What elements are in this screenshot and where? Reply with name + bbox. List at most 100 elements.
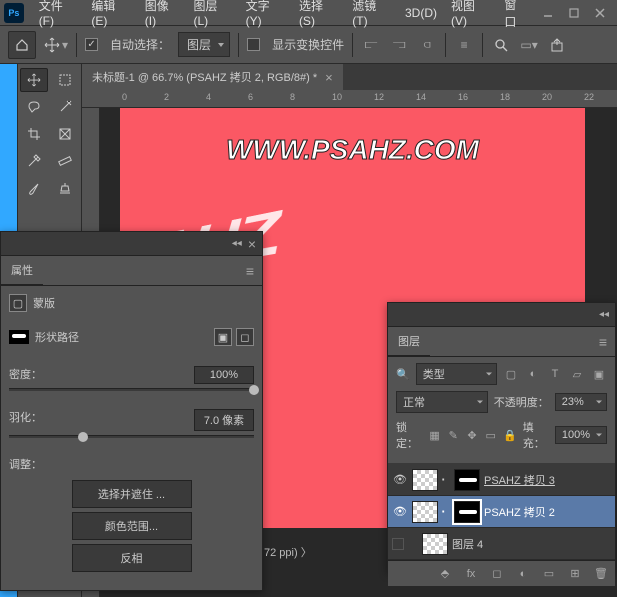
- link-icon: ⬝: [442, 506, 450, 517]
- tab-close-icon[interactable]: ×: [325, 70, 333, 85]
- layer-row[interactable]: 👁 ⬝ PSAHZ 拷贝 2: [388, 496, 615, 528]
- layer-name[interactable]: PSAHZ 拷贝 3: [484, 472, 555, 488]
- show-transform-checkbox[interactable]: [247, 38, 260, 51]
- filter-adjustment-icon[interactable]: ◐: [525, 366, 541, 382]
- menu-select[interactable]: 选择(S): [292, 0, 345, 31]
- menu-layer[interactable]: 图层(L): [187, 0, 239, 31]
- menu-type[interactable]: 文字(Y): [239, 0, 292, 31]
- invert-button[interactable]: 反相: [72, 544, 192, 572]
- maximize-button[interactable]: [561, 3, 587, 23]
- panel-menu-icon[interactable]: ≡: [599, 334, 607, 350]
- ruler-horizontal[interactable]: 0 2 4 6 8 10 12 14 16 18 20 22: [82, 90, 617, 108]
- menu-filter[interactable]: 滤镜(T): [345, 0, 398, 31]
- align-center-icon[interactable]: ⫎: [389, 35, 409, 55]
- auto-select-dropdown[interactable]: 图层: [178, 32, 230, 57]
- new-layer-icon[interactable]: ⊞: [567, 566, 583, 582]
- mask-thumbnail[interactable]: [454, 469, 480, 491]
- clone-stamp-tool[interactable]: [51, 176, 79, 200]
- panel-close-icon[interactable]: ×: [248, 236, 256, 252]
- pixel-mask-button[interactable]: ▣: [214, 328, 232, 346]
- marquee-tool[interactable]: [51, 68, 79, 92]
- lock-artboard-icon[interactable]: ▭: [484, 427, 497, 443]
- lock-pixels-icon[interactable]: ✎: [447, 427, 460, 443]
- vector-mask-button[interactable]: ◻: [236, 328, 254, 346]
- feather-value[interactable]: 7.0 像素: [194, 409, 254, 431]
- align-left-icon[interactable]: ⫍: [361, 35, 381, 55]
- density-slider[interactable]: [9, 388, 254, 391]
- properties-tab[interactable]: 属性: [1, 256, 43, 285]
- add-mask-icon[interactable]: ◻: [489, 566, 505, 582]
- menu-3d[interactable]: 3D(D): [398, 3, 444, 23]
- adjust-label: 调整：: [9, 456, 254, 472]
- blend-mode-dropdown[interactable]: 正常: [396, 391, 488, 413]
- layer-row[interactable]: 图层 4: [388, 528, 615, 560]
- layers-panel-header[interactable]: ◂◂: [388, 303, 615, 327]
- align-right-icon[interactable]: ⫏: [417, 35, 437, 55]
- filter-type-icon[interactable]: T: [547, 366, 563, 382]
- layer-row[interactable]: 👁 ⬝ PSAHZ 拷贝 3: [388, 464, 615, 496]
- home-button[interactable]: [8, 31, 36, 59]
- lock-all-icon[interactable]: 🔒: [503, 427, 517, 443]
- visibility-icon[interactable]: 👁: [392, 472, 408, 488]
- select-and-mask-button[interactable]: 选择并遮住 ...: [72, 480, 192, 508]
- ruler-tick: 12: [374, 92, 384, 102]
- document-tab[interactable]: 未标题-1 @ 66.7% (PSAHZ 拷贝 2, RGB/8#) * ×: [82, 64, 343, 90]
- mask-type-icon: ▢: [9, 294, 27, 312]
- screen-mode-icon[interactable]: ▭▾: [519, 35, 539, 55]
- share-icon[interactable]: [547, 35, 567, 55]
- visibility-icon[interactable]: 👁: [392, 504, 408, 520]
- filter-search-icon[interactable]: 🔍: [396, 368, 410, 381]
- mask-label: 蒙版: [33, 295, 55, 311]
- distribute-icon[interactable]: ≡: [454, 35, 474, 55]
- menu-bar: Ps 文件(F) 编辑(E) 图像(I) 图层(L) 文字(Y) 选择(S) 滤…: [0, 0, 617, 26]
- layer-style-icon[interactable]: fx: [463, 566, 479, 582]
- mask-thumbnail[interactable]: [454, 501, 480, 523]
- panel-header[interactable]: ◂◂ ×: [1, 232, 262, 256]
- frame-tool[interactable]: [51, 122, 79, 146]
- collapse-icon[interactable]: ◂◂: [599, 309, 609, 320]
- search-icon[interactable]: [491, 35, 511, 55]
- lock-position-icon[interactable]: ✥: [466, 427, 479, 443]
- filter-shape-icon[interactable]: ▱: [569, 366, 585, 382]
- filter-pixel-icon[interactable]: ▢: [503, 366, 519, 382]
- lasso-tool[interactable]: [20, 95, 48, 119]
- density-value[interactable]: 100%: [194, 366, 254, 384]
- layer-thumbnail[interactable]: [412, 469, 438, 491]
- group-icon[interactable]: ▭: [541, 566, 557, 582]
- layer-thumbnail[interactable]: [422, 533, 448, 555]
- layer-name[interactable]: PSAHZ 拷贝 2: [484, 504, 555, 520]
- layer-name[interactable]: 图层 4: [452, 536, 483, 552]
- filter-smart-icon[interactable]: ▣: [591, 366, 607, 382]
- crop-tool[interactable]: [20, 122, 48, 146]
- feather-slider[interactable]: [9, 435, 254, 438]
- collapse-icon[interactable]: ◂◂: [232, 238, 242, 249]
- opacity-value[interactable]: 23%: [555, 393, 607, 411]
- layer-thumbnail[interactable]: [412, 501, 438, 523]
- menu-edit[interactable]: 编辑(E): [84, 0, 137, 31]
- close-button[interactable]: [587, 3, 613, 23]
- adjustment-layer-icon[interactable]: ◐: [515, 566, 531, 582]
- link-layers-icon[interactable]: ⬘: [437, 566, 453, 582]
- move-tool[interactable]: [20, 68, 48, 92]
- visibility-icon[interactable]: [392, 538, 404, 550]
- ruler-tool[interactable]: [51, 149, 79, 173]
- filter-kind-dropdown[interactable]: 类型: [416, 363, 497, 385]
- minimize-button[interactable]: [535, 3, 561, 23]
- canvas-url-text: WWW.PSAHZ.COM: [226, 134, 479, 166]
- lock-transparency-icon[interactable]: ▦: [428, 427, 441, 443]
- color-range-button[interactable]: 颜色范围...: [72, 512, 192, 540]
- brush-tool[interactable]: [20, 176, 48, 200]
- magic-wand-tool[interactable]: [51, 95, 79, 119]
- panel-menu-icon[interactable]: ≡: [246, 263, 254, 279]
- link-icon: ⬝: [442, 474, 450, 485]
- menu-file[interactable]: 文件(F): [32, 0, 85, 31]
- menu-window[interactable]: 窗口: [497, 0, 535, 33]
- show-transform-label: 显示变换控件: [272, 36, 344, 53]
- eyedropper-tool[interactable]: [20, 149, 48, 173]
- menu-view[interactable]: 视图(V): [444, 0, 497, 31]
- menu-image[interactable]: 图像(I): [138, 0, 187, 31]
- fill-value[interactable]: 100%: [555, 426, 607, 444]
- layers-tab[interactable]: 图层: [388, 327, 430, 356]
- auto-select-checkbox[interactable]: ✓: [85, 38, 98, 51]
- delete-layer-icon[interactable]: 🗑: [593, 566, 609, 582]
